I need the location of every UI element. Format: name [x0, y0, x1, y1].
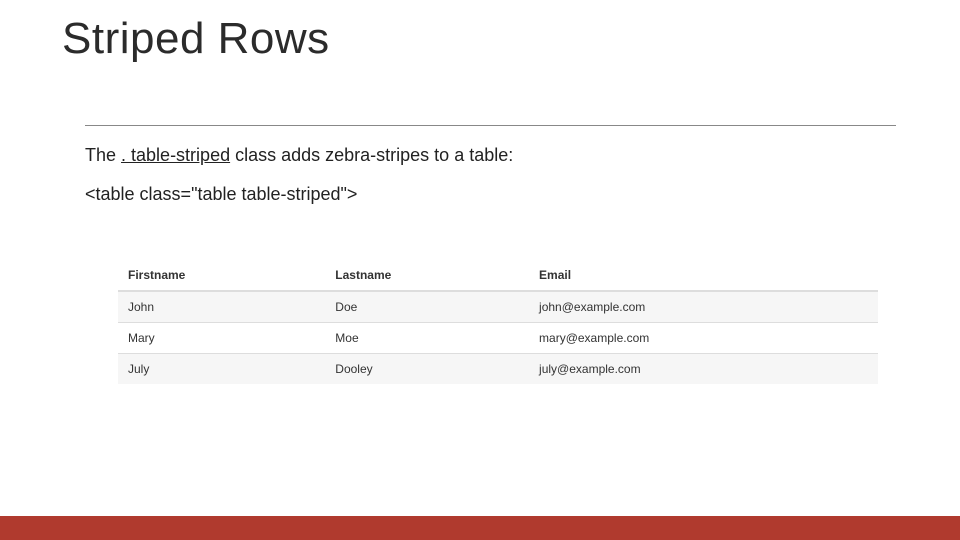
- table-cell: July: [118, 354, 325, 385]
- example-table: Firstname Lastname Email John Doe john@e…: [118, 260, 878, 384]
- table-cell: Dooley: [325, 354, 529, 385]
- table-row: Mary Moe mary@example.com: [118, 323, 878, 354]
- slide: Striped Rows The . table-striped class a…: [0, 0, 960, 540]
- description-post: class adds zebra-stripes to a table:: [230, 145, 513, 165]
- table-cell: Moe: [325, 323, 529, 354]
- table-header-cell: Firstname: [118, 260, 325, 291]
- divider: [85, 125, 896, 126]
- table-cell: mary@example.com: [529, 323, 878, 354]
- description-pre: The: [85, 145, 121, 165]
- table-header-row: Firstname Lastname Email: [118, 260, 878, 291]
- page-title: Striped Rows: [62, 14, 330, 64]
- table-cell: Mary: [118, 323, 325, 354]
- table-cell: John: [118, 291, 325, 323]
- description-line: The . table-striped class adds zebra-str…: [85, 145, 513, 166]
- footer-bar: [0, 516, 960, 540]
- example-table-wrap: Firstname Lastname Email John Doe john@e…: [118, 260, 878, 384]
- table-header-cell: Lastname: [325, 260, 529, 291]
- code-snippet: <table class="table table-striped">: [85, 184, 357, 205]
- table-header-cell: Email: [529, 260, 878, 291]
- description-classname: . table-striped: [121, 145, 230, 165]
- table-cell: Doe: [325, 291, 529, 323]
- table-row: July Dooley july@example.com: [118, 354, 878, 385]
- table-cell: john@example.com: [529, 291, 878, 323]
- table-row: John Doe john@example.com: [118, 291, 878, 323]
- table-cell: july@example.com: [529, 354, 878, 385]
